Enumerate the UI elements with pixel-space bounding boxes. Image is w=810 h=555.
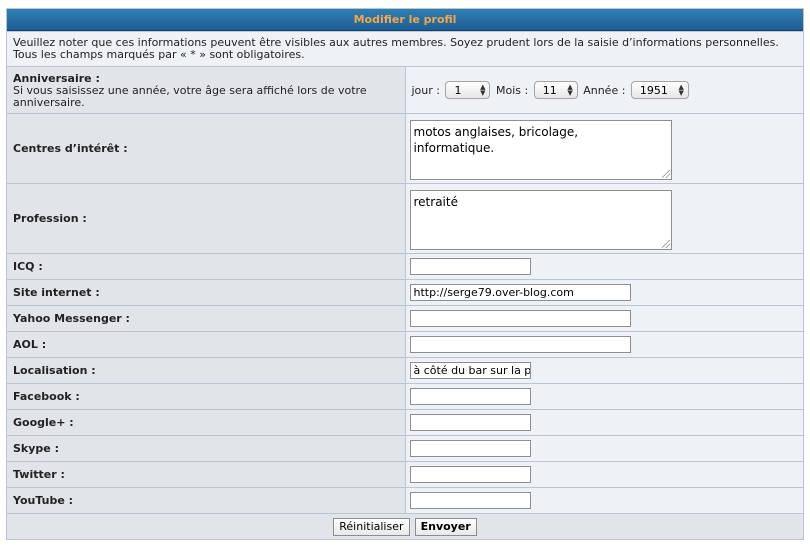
- youtube-input[interactable]: [409, 492, 531, 509]
- website-label: Site internet :: [7, 280, 405, 305]
- interests-field: motos anglaises, bricolage, informatique…: [405, 114, 803, 183]
- birthday-label-cell: Anniversaire : Si vous saisissez une ann…: [7, 67, 405, 113]
- month-value: 11: [542, 83, 557, 97]
- resize-grip-icon[interactable]: [661, 169, 670, 178]
- select-arrows-icon: ▲ ▼: [480, 83, 486, 97]
- yahoo-input[interactable]: [409, 310, 631, 327]
- month-label: Mois :: [495, 83, 529, 97]
- google-input[interactable]: [409, 414, 531, 431]
- facebook-input[interactable]: [409, 388, 531, 405]
- day-label: jour :: [411, 83, 440, 97]
- location-input[interactable]: à côté du bar sur la pl: [409, 362, 531, 379]
- reset-button[interactable]: Réinitialiser: [333, 518, 410, 537]
- profile-form: Modifier le profil Veuillez noter que ce…: [6, 8, 804, 540]
- location-label: Localisation :: [7, 358, 405, 383]
- twitter-input[interactable]: [409, 466, 531, 483]
- facebook-label: Facebook :: [7, 384, 405, 409]
- aol-input[interactable]: [409, 336, 631, 353]
- interests-label: Centres d’intérêt :: [7, 114, 405, 183]
- birthday-label: Anniversaire :: [13, 71, 100, 85]
- year-select[interactable]: 1951 ▲ ▼: [630, 81, 689, 99]
- occupation-label: Profession :: [7, 184, 405, 253]
- skype-label: Skype :: [7, 436, 405, 461]
- month-select[interactable]: 11 ▲ ▼: [533, 81, 578, 99]
- year-value: 1951: [639, 83, 668, 97]
- icq-label: ICQ :: [7, 254, 405, 279]
- day-value: 1: [454, 83, 462, 97]
- yahoo-label: Yahoo Messenger :: [7, 306, 405, 331]
- twitter-label: Twitter :: [7, 462, 405, 487]
- day-select[interactable]: 1 ▲ ▼: [445, 81, 491, 99]
- form-actions: Réinitialiser Envoyer: [7, 514, 803, 539]
- occupation-textarea[interactable]: retraité: [409, 189, 672, 250]
- youtube-label: YouTube :: [7, 488, 405, 513]
- skype-input[interactable]: [409, 440, 531, 457]
- year-label: Année :: [583, 83, 626, 97]
- birthday-field: jour : 1 ▲ ▼ Mois : 11 ▲ ▼ Année : 1951 ▲ ▼: [405, 67, 803, 113]
- resize-grip-icon[interactable]: [661, 239, 670, 248]
- website-input[interactable]: http://serge79.over-blog.com: [409, 284, 631, 301]
- birthday-help: Si vous saisissez une année, votre âge s…: [13, 83, 367, 109]
- google-label: Google+ :: [7, 410, 405, 435]
- form-title: Modifier le profil: [7, 9, 803, 31]
- select-arrows-icon: ▲ ▼: [678, 83, 684, 97]
- aol-label: AOL :: [7, 332, 405, 357]
- privacy-notice: Veuillez noter que ces informations peuv…: [7, 32, 803, 66]
- occupation-text: retraité: [413, 194, 458, 209]
- interests-textarea[interactable]: motos anglaises, bricolage, informatique…: [409, 119, 672, 180]
- icq-input[interactable]: [409, 258, 531, 275]
- select-arrows-icon: ▲ ▼: [567, 83, 573, 97]
- interests-text: motos anglaises, bricolage, informatique…: [413, 124, 579, 155]
- occupation-field: retraité: [405, 184, 803, 253]
- submit-button[interactable]: Envoyer: [414, 518, 477, 537]
